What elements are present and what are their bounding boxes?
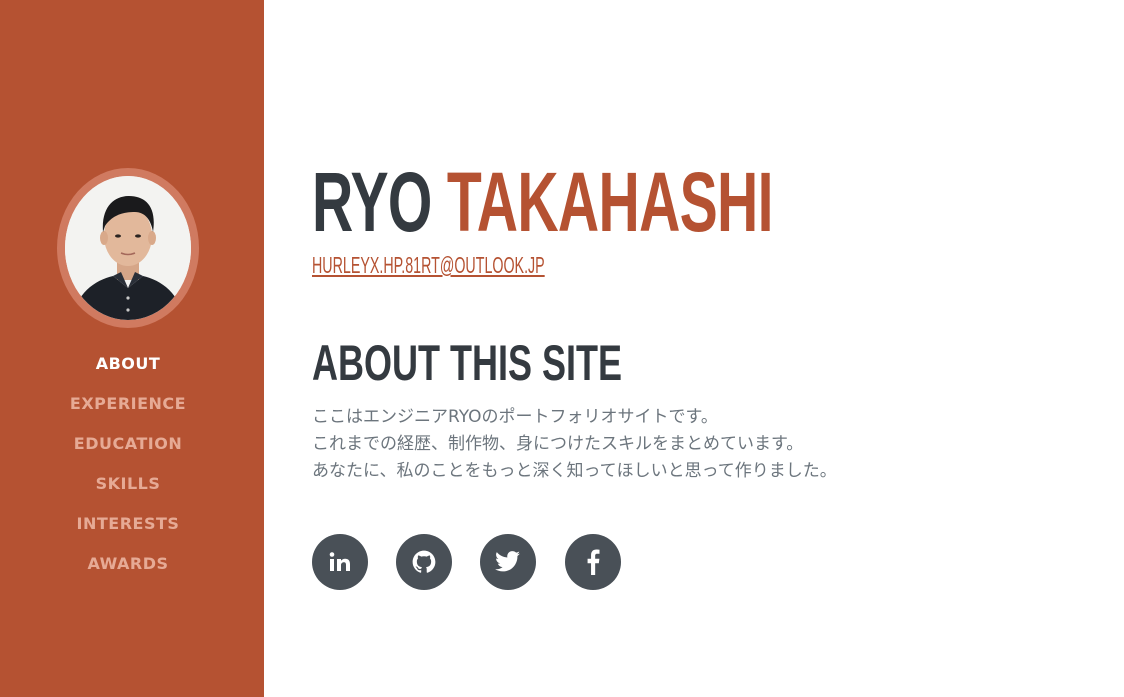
avatar-frame [57, 168, 199, 328]
about-description: ここはエンジニアRYOのポートフォリオサイトです。 これまでの経歴、制作物、身に… [312, 404, 837, 485]
email-link[interactable]: HURLEYX.HP.81RT@OUTLOOK.JP [312, 252, 545, 278]
about-line: これまでの経歴、制作物、身につけたスキルをまとめています。 [312, 434, 804, 454]
sidebar-nav: ABOUT EXPERIENCE EDUCATION SKILLS INTERE… [0, 344, 256, 584]
linkedin-button[interactable] [312, 534, 368, 590]
nav-item-about[interactable]: ABOUT [0, 344, 256, 384]
profile-name: RYO TAKAHASHI [312, 160, 774, 244]
profile-photo [65, 176, 191, 320]
about-line: ここはエンジニアRYOのポートフォリオサイトです。 [312, 407, 718, 427]
last-name: TAKAHASHI [446, 155, 774, 249]
facebook-button[interactable] [565, 534, 621, 590]
about-section-title: ABOUT THIS SITE [312, 335, 623, 391]
linkedin-icon [329, 552, 350, 571]
nav-item-education[interactable]: EDUCATION [0, 424, 256, 464]
first-name: RYO [312, 155, 432, 249]
nav-item-experience[interactable]: EXPERIENCE [0, 384, 256, 424]
avatar [65, 176, 191, 320]
github-icon [412, 550, 436, 573]
about-line: あなたに、私のことをもっと深く知ってほしいと思って作りました。 [312, 461, 837, 481]
nav-item-awards[interactable]: AWARDS [0, 544, 256, 584]
nav-item-interests[interactable]: INTERESTS [0, 504, 256, 544]
github-button[interactable] [396, 534, 452, 590]
twitter-icon [495, 551, 520, 572]
nav-item-skills[interactable]: SKILLS [0, 464, 256, 504]
facebook-icon [587, 549, 600, 575]
twitter-button[interactable] [480, 534, 536, 590]
sidebar: ABOUT EXPERIENCE EDUCATION SKILLS INTERE… [0, 0, 264, 697]
